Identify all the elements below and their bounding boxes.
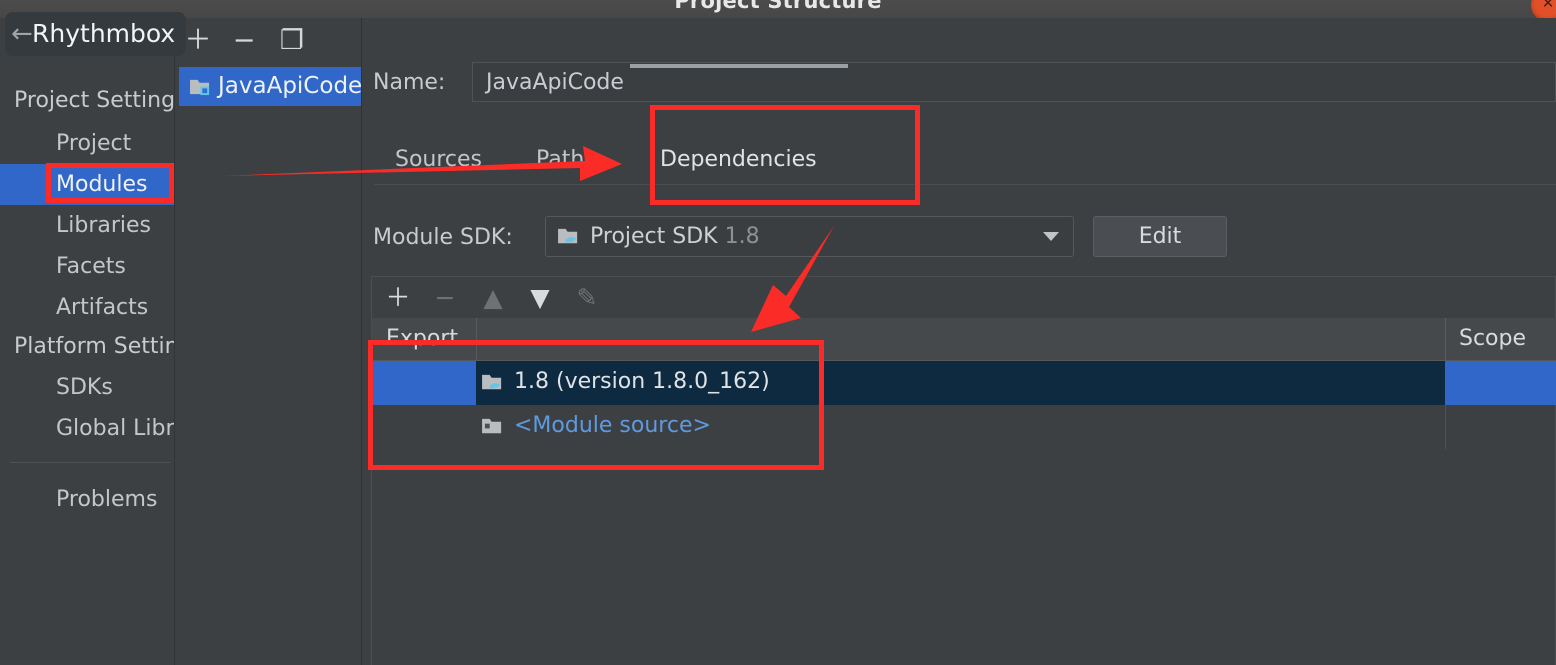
sidebar-item-label: Global Libraries — [56, 416, 174, 441]
sidebar-item-sdks[interactable]: SDKs — [0, 367, 174, 408]
sidebar-item-label: Project Settings — [14, 88, 174, 113]
module-list-item-javaapicode[interactable]: JavaApiCode — [179, 67, 361, 106]
add-dependency-icon[interactable]: ＋ — [380, 277, 416, 319]
dependency-toolbar: ＋ − ▲ ▼ ✎ — [371, 276, 1556, 318]
tab-sources[interactable]: Sources — [395, 136, 482, 184]
project-structure-window: Project Structure ✕ Project Settings Pro… — [0, 0, 1556, 665]
dependency-name: <Module source> — [514, 413, 711, 438]
module-sdk-label: Module SDK: — [373, 225, 513, 250]
close-glyph: ✕ — [1541, 0, 1555, 12]
column-divider[interactable] — [1445, 318, 1446, 360]
copy-icon[interactable]: ❐ — [275, 18, 309, 63]
tab-bottom-rule — [374, 184, 1556, 185]
module-tabs: Sources Paths Dependencies — [374, 136, 1554, 188]
module-source-icon — [482, 418, 502, 434]
plus-icon[interactable]: ＋ — [181, 18, 215, 63]
sidebar-item-project-settings: Project Settings — [0, 80, 174, 121]
name-input-value: JavaApiCode — [486, 70, 624, 95]
window-titlebar: Project Structure ✕ — [0, 0, 1556, 18]
export-checkbox-cell[interactable] — [372, 361, 476, 405]
scope-cell[interactable] — [1445, 361, 1556, 405]
dependency-table-header: Export Scope — [372, 318, 1556, 361]
tab-dependencies[interactable]: Dependencies — [660, 136, 817, 184]
window-title: Project Structure — [674, 0, 882, 13]
tab-paths[interactable]: Paths — [536, 136, 596, 184]
edit-sdk-button-label: Edit — [1138, 224, 1182, 249]
move-up-icon: ▲ — [483, 283, 503, 312]
close-icon[interactable]: ✕ — [1531, 0, 1556, 18]
sidebar-item-facets[interactable]: Facets — [0, 246, 174, 287]
sidebar-item-modules[interactable]: Modules — [0, 164, 174, 205]
sidebar-item-platform-settings: Platform Settings — [0, 326, 174, 367]
sidebar-item-label: Libraries — [56, 213, 152, 238]
sidebar-item-artifacts[interactable]: Artifacts — [0, 287, 174, 328]
name-label: Name: — [373, 70, 446, 95]
module-sdk-version: 1.8 — [724, 224, 760, 249]
scope-cell[interactable] — [1445, 405, 1556, 449]
sidebar-item-label: SDKs — [56, 375, 113, 400]
sidebar-item-label: Platform Settings — [14, 334, 174, 359]
export-checkbox-cell[interactable] — [372, 405, 476, 449]
chevron-down-icon[interactable] — [1043, 232, 1059, 241]
table-row[interactable]: 1.8 (version 1.8.0_162) — [372, 361, 1556, 405]
dependency-name: 1.8 (version 1.8.0_162) — [514, 369, 770, 394]
sidebar-item-label: Problems — [56, 487, 158, 512]
sidebar-item-label: Facets — [56, 254, 126, 279]
sidebar-item-problems[interactable]: Problems — [0, 479, 174, 520]
sidebar-divider — [10, 462, 170, 463]
module-sdk-value: Project SDK 1.8 — [590, 221, 760, 252]
dependency-table: Export Scope 1.8 (version 1.8.0_162) <Mo… — [371, 318, 1556, 665]
settings-sidebar: Project Settings Project Modules Librari… — [0, 18, 175, 665]
sdk-folder-icon — [482, 374, 502, 390]
move-down-icon[interactable]: ▼ — [522, 277, 558, 319]
edit-pencil-icon: ✎ — [576, 283, 598, 312]
minus-icon[interactable]: − — [227, 18, 261, 63]
module-list-toolbar: ＋ − ❐ — [175, 18, 361, 63]
sidebar-item-libraries[interactable]: Libraries — [0, 205, 174, 246]
rhythmbox-label: Rhythmbox — [32, 19, 176, 48]
sidebar-item-project[interactable]: Project — [0, 123, 174, 164]
sidebar-item-label: Project — [56, 131, 132, 156]
module-sdk-dropdown[interactable]: Project SDK 1.8 — [545, 216, 1074, 257]
sidebar-item-label: Artifacts — [56, 295, 149, 320]
sdk-folder-icon — [558, 228, 578, 244]
column-header-export[interactable]: Export — [386, 318, 458, 360]
active-tab-underline — [630, 64, 848, 68]
remove-dependency-icon: − — [434, 283, 456, 312]
module-sdk-name: Project SDK — [590, 224, 718, 249]
sidebar-item-label: Modules — [56, 172, 148, 197]
table-row[interactable]: <Module source> — [372, 405, 1556, 449]
column-header-scope[interactable]: Scope — [1459, 318, 1526, 360]
module-editor-content: Name: JavaApiCode Sources Paths Dependen… — [362, 18, 1556, 665]
column-divider[interactable] — [476, 318, 477, 360]
module-folder-icon — [190, 79, 210, 96]
edit-sdk-button[interactable]: Edit — [1093, 216, 1227, 257]
sidebar-item-global-libraries[interactable]: Global Libraries — [0, 408, 174, 449]
name-input[interactable]: JavaApiCode — [472, 62, 1556, 102]
module-list-item-label: JavaApiCode — [218, 73, 361, 99]
rhythmbox-overlay: ← Rhythmbox — [5, 12, 186, 56]
back-arrow-icon[interactable]: ← — [11, 21, 33, 47]
module-list-panel: ＋ − ❐ JavaApiCode — [175, 18, 362, 665]
